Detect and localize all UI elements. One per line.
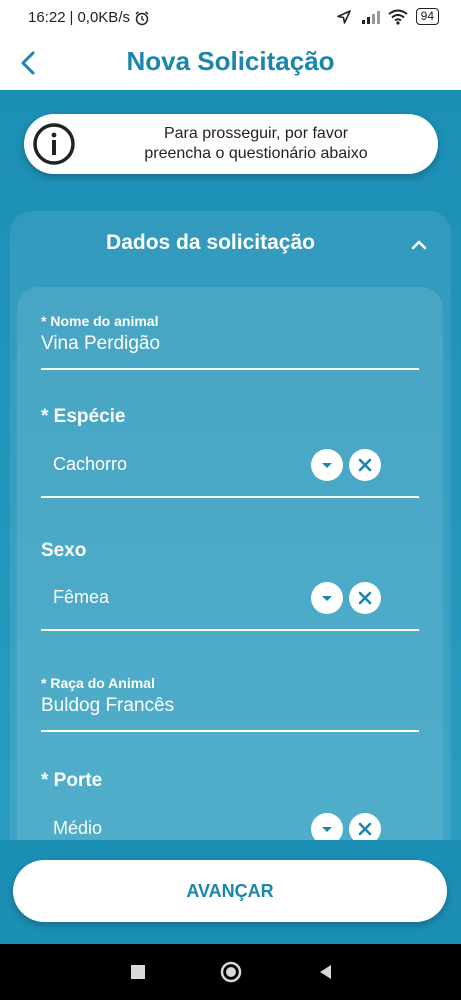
animal-name-value[interactable]: Vina Perdigão: [41, 333, 419, 355]
species-clear-button[interactable]: [349, 449, 381, 481]
animal-name-label: * Nome do animal: [41, 313, 159, 329]
animal-name-field[interactable]: * Nome do animal Vina Perdigão: [41, 313, 419, 373]
size-dropdown-button[interactable]: [311, 813, 343, 840]
sex-label: Sexo: [41, 540, 87, 561]
form-fields-panel: * Nome do animal Vina Perdigão * Espécie…: [17, 287, 443, 840]
sex-select[interactable]: Fêmea: [41, 575, 419, 621]
recent-apps-button[interactable]: [128, 962, 148, 982]
system-navigation-bar: [0, 944, 461, 1000]
battery-icon: 94: [415, 8, 439, 25]
page-title: Nova Solicitação: [126, 46, 335, 76]
breed-underline: [41, 730, 419, 732]
species-select[interactable]: Cachorro: [41, 442, 419, 488]
breed-value[interactable]: Buldog Francês: [41, 695, 419, 717]
sex-field: Sexo Fêmea: [41, 540, 419, 636]
signal-icon: [361, 10, 380, 24]
species-value: Cachorro: [53, 454, 128, 474]
close-icon: [358, 591, 372, 605]
request-data-section: Dados da solicitação * Nome do animal Vi…: [10, 211, 451, 840]
species-dropdown-button[interactable]: [311, 449, 343, 481]
breed-field[interactable]: * Raça do Animal Buldog Francês: [41, 675, 419, 735]
sex-clear-button[interactable]: [349, 582, 381, 614]
info-banner: Para prosseguir, por favor preencha o qu…: [24, 114, 438, 174]
sex-value: Fêmea: [53, 587, 110, 607]
sex-underline: [41, 629, 419, 631]
back-nav-button[interactable]: [316, 962, 336, 982]
bottom-action-bar: AVANÇAR: [0, 840, 461, 944]
home-button[interactable]: [220, 961, 242, 983]
sex-dropdown-button[interactable]: [311, 582, 343, 614]
status-bar: 16:22 | 0,0KB/s 94: [0, 0, 461, 36]
chevron-up-icon: [411, 240, 427, 250]
info-icon: [33, 123, 75, 165]
app-bar: Nova Solicitação: [0, 36, 461, 90]
species-field: * Espécie Cachorro: [41, 406, 419, 502]
species-label: * Espécie: [41, 406, 126, 427]
size-select[interactable]: Médio: [41, 806, 419, 840]
info-message: Para prosseguir, por favor preencha o qu…: [144, 125, 368, 162]
size-label: * Porte: [41, 770, 103, 791]
close-icon: [358, 822, 372, 836]
status-time: 16:22: [28, 9, 66, 26]
chevron-down-icon: [322, 827, 332, 832]
close-icon: [358, 458, 372, 472]
chevron-down-icon: [322, 596, 332, 601]
section-title: Dados da solicitação: [106, 231, 315, 254]
square-icon: [131, 965, 145, 979]
size-clear-button[interactable]: [349, 813, 381, 840]
next-button[interactable]: AVANÇAR: [13, 860, 447, 922]
alarm-icon: [135, 10, 149, 25]
wifi-icon: [388, 9, 408, 25]
form-content[interactable]: Para prosseguir, por favor preencha o qu…: [0, 90, 461, 840]
triangle-back-icon: [320, 965, 331, 979]
breed-label: * Raça do Animal: [41, 675, 155, 691]
chevron-down-icon: [322, 463, 332, 468]
size-value: Médio: [53, 818, 103, 838]
size-field: * Porte Médio: [41, 770, 419, 840]
location-icon: [336, 9, 351, 24]
collapse-section-button[interactable]: [409, 235, 429, 255]
network-speed: 0,0KB/s: [77, 9, 130, 26]
species-underline: [41, 496, 419, 498]
animal-name-underline: [41, 368, 419, 370]
